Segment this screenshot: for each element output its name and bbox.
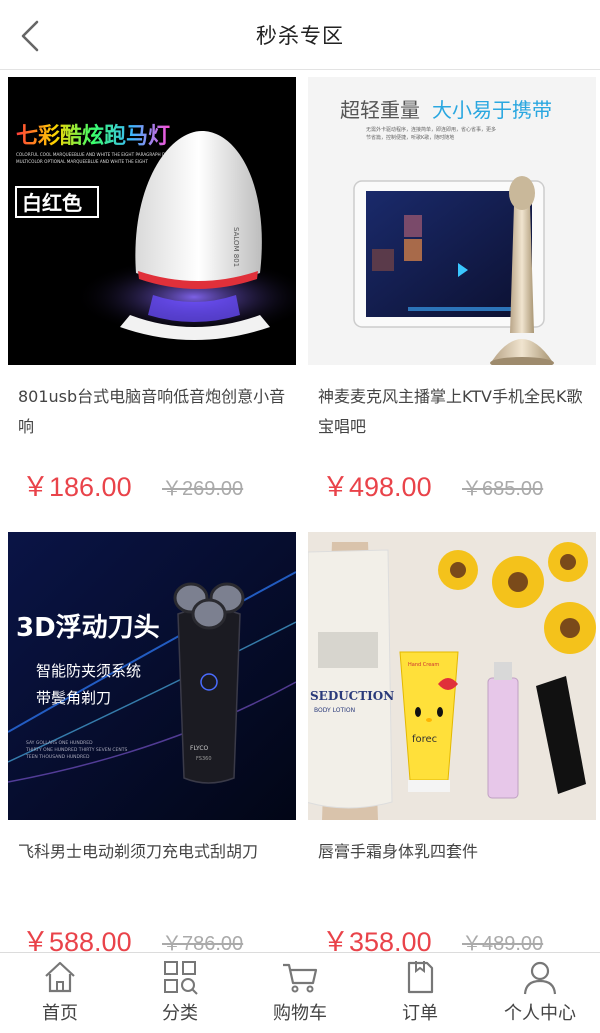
svg-text:无需外卡驱动程序，连接简单，即连即用，省心省事，更多: 无需外卡驱动程序，连接简单，即连即用，省心省事，更多 bbox=[366, 126, 496, 133]
svg-text:节省篇，控制便捷，听歌K歌，随时随地: 节省篇，控制便捷，听歌K歌，随时随地 bbox=[366, 134, 454, 141]
tab-home[interactable]: 首页 bbox=[0, 953, 120, 1033]
bottom-tab-bar: 首页 分类 购物车 订单 个人中心 bbox=[0, 952, 600, 1033]
tab-profile[interactable]: 个人中心 bbox=[480, 953, 600, 1033]
svg-text:大小易于携带: 大小易于携带 bbox=[432, 98, 552, 122]
tab-label: 个人中心 bbox=[504, 1003, 576, 1024]
svg-text:FS360: FS360 bbox=[196, 756, 212, 762]
color-badge: 白红色 bbox=[22, 191, 82, 215]
order-icon bbox=[407, 961, 434, 994]
product-price: ￥358.00 bbox=[322, 927, 432, 952]
cart-icon bbox=[283, 963, 318, 993]
tab-category[interactable]: 分类 bbox=[120, 953, 240, 1033]
back-button[interactable] bbox=[14, 18, 46, 54]
product-original-price: ￥685.00 bbox=[462, 478, 544, 500]
category-icon bbox=[164, 961, 198, 995]
product-card[interactable]: 3D浮动刀头 智能防夹须系统 带鬓角剃刀 SAY GOLLARS ONE HUN… bbox=[0, 525, 300, 952]
tab-label: 分类 bbox=[162, 1003, 198, 1024]
svg-text:MULTICOLOR OPTIONAL MARQUEEBLU: MULTICOLOR OPTIONAL MARQUEEBLUE AND WHIT… bbox=[16, 159, 148, 164]
product-original-price: ￥269.00 bbox=[162, 478, 244, 500]
tab-label: 订单 bbox=[402, 1003, 438, 1024]
product-image[interactable]: 3D浮动刀头 智能防夹须系统 带鬓角剃刀 SAY GOLLARS ONE HUN… bbox=[8, 532, 296, 820]
product-image[interactable]: SEDUCTION BODY LOTION Hand Cream forec bbox=[308, 532, 596, 820]
top-bar: 秒杀专区 bbox=[0, 0, 600, 70]
product-name[interactable]: 飞科男士电动剃须刀充电式刮胡刀 bbox=[18, 837, 286, 867]
home-icon bbox=[45, 961, 75, 993]
product-original-price: ￥489.00 bbox=[462, 933, 544, 952]
svg-text:智能防夹须系统: 智能防夹须系统 bbox=[36, 662, 141, 680]
image-headline: 3D浮动刀头 bbox=[16, 613, 160, 643]
svg-text:BODY LOTION: BODY LOTION bbox=[314, 707, 355, 714]
product-image[interactable]: 超轻重量 大小易于携带 无需外卡驱动程序，连接简单，即连即用，省心省事，更多 节… bbox=[308, 77, 596, 365]
svg-text:forec: forec bbox=[412, 734, 437, 745]
svg-text:TEEN THOUSAND HUNDRED: TEEN THOUSAND HUNDRED bbox=[25, 754, 90, 760]
image-headline: 七彩酷炫跑马灯 bbox=[16, 123, 170, 149]
product-card[interactable]: SEDUCTION BODY LOTION Hand Cream forec 唇… bbox=[300, 525, 600, 952]
product-image[interactable]: 七彩酷炫跑马灯 COLORFUL COOL MARQUEEBLUE AND WH… bbox=[8, 77, 296, 365]
product-grid: 七彩酷炫跑马灯 COLORFUL COOL MARQUEEBLUE AND WH… bbox=[0, 70, 600, 952]
svg-text:带鬓角剃刀: 带鬓角剃刀 bbox=[36, 689, 111, 707]
svg-text:FLYCO: FLYCO bbox=[190, 745, 209, 752]
svg-text:SEDUCTION: SEDUCTION bbox=[310, 689, 394, 703]
product-card[interactable]: 七彩酷炫跑马灯 COLORFUL COOL MARQUEEBLUE AND WH… bbox=[0, 70, 300, 525]
svg-text:THIRTY ONE HUNDRED THIRTY SEVE: THIRTY ONE HUNDRED THIRTY SEVEN CENTS bbox=[25, 747, 127, 753]
tab-orders[interactable]: 订单 bbox=[360, 953, 480, 1033]
tab-label: 首页 bbox=[42, 1003, 78, 1024]
product-name[interactable]: 801usb台式电脑音响低音炮创意小音响 bbox=[18, 382, 286, 442]
svg-text:Hand Cream: Hand Cream bbox=[408, 662, 439, 668]
product-name[interactable]: 唇膏手霜身体乳四套件 bbox=[318, 837, 586, 867]
svg-text:COLORFUL COOL MARQUEEBLUE AND: COLORFUL COOL MARQUEEBLUE AND WHITE THE … bbox=[16, 152, 169, 157]
product-price: ￥498.00 bbox=[322, 472, 432, 502]
tab-cart[interactable]: 购物车 bbox=[240, 953, 360, 1033]
svg-text:SALOM 801: SALOM 801 bbox=[232, 227, 240, 267]
product-price: ￥186.00 bbox=[22, 472, 132, 502]
svg-text:SAY GOLLARS ONE HUNDRED: SAY GOLLARS ONE HUNDRED bbox=[26, 740, 93, 746]
page-title: 秒杀专区 bbox=[256, 23, 344, 48]
svg-text:超轻重量: 超轻重量 bbox=[340, 98, 420, 122]
chevron-left-icon bbox=[21, 20, 39, 52]
tab-label: 购物车 bbox=[273, 1003, 327, 1024]
user-icon bbox=[523, 961, 557, 995]
product-price: ￥588.00 bbox=[22, 927, 132, 952]
product-card[interactable]: 超轻重量 大小易于携带 无需外卡驱动程序，连接简单，即连即用，省心省事，更多 节… bbox=[300, 70, 600, 525]
product-name[interactable]: 神麦麦克风主播掌上KTV手机全民K歌宝唱吧 bbox=[318, 382, 586, 442]
product-original-price: ￥786.00 bbox=[162, 933, 244, 952]
